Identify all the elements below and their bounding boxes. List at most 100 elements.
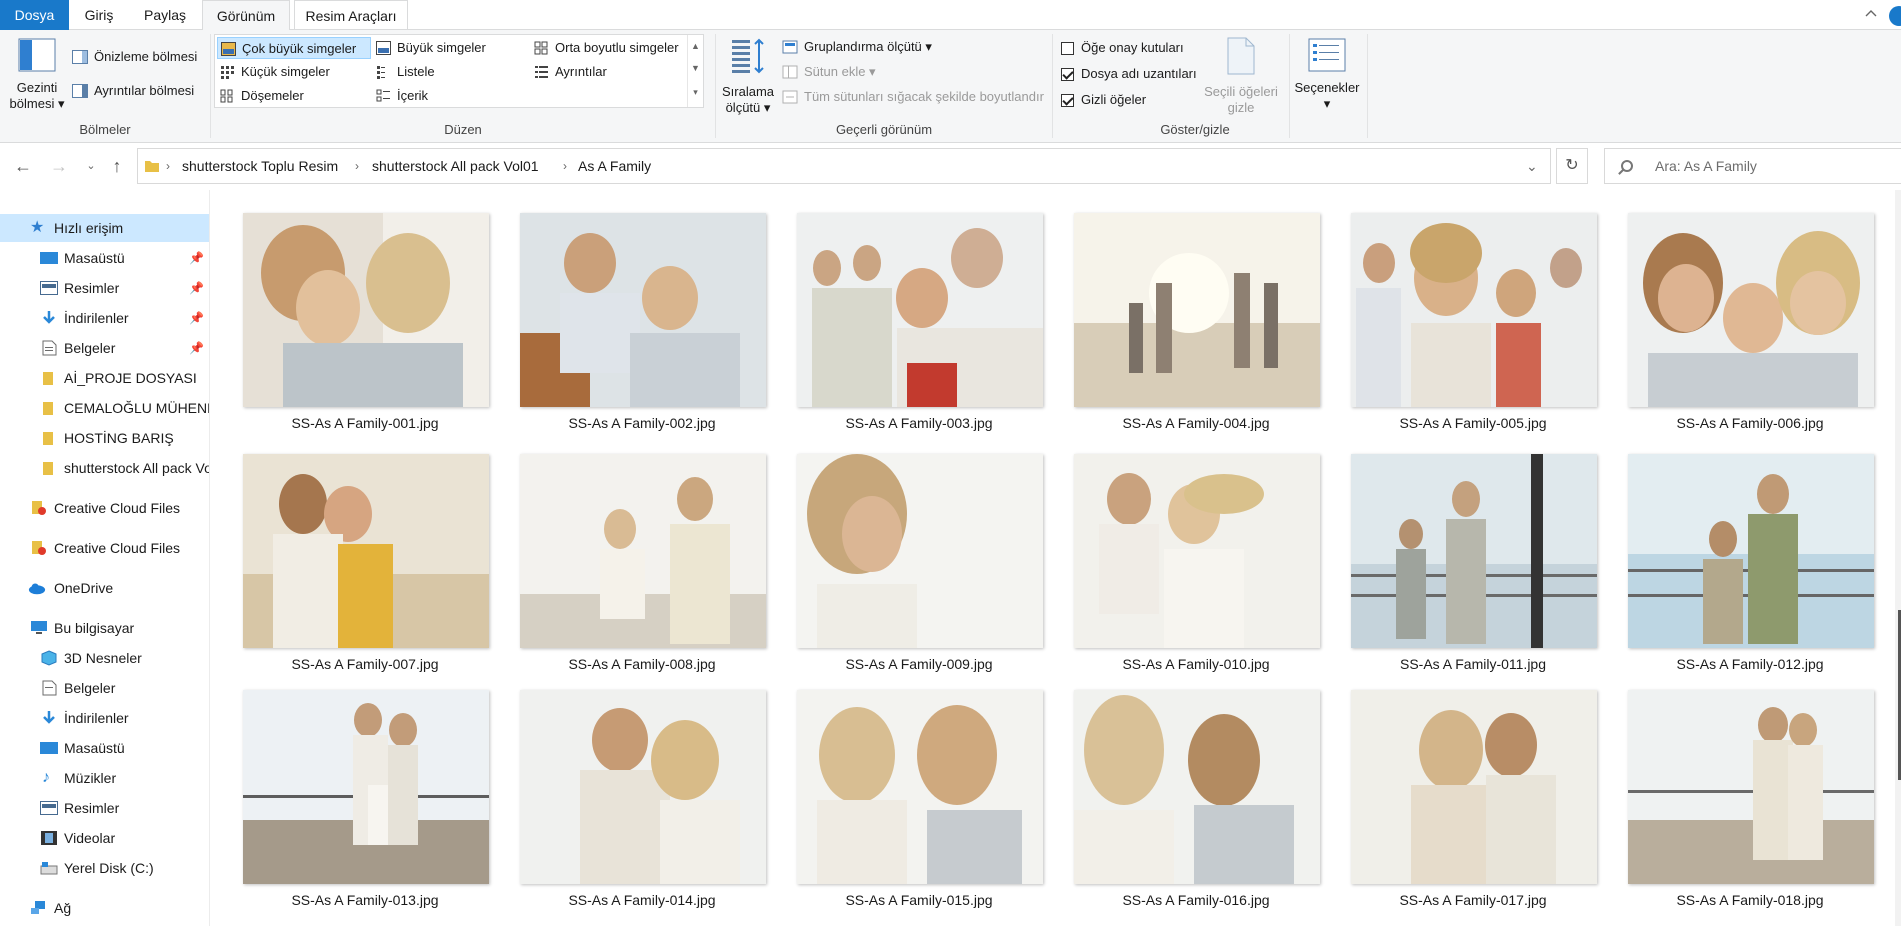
file-item[interactable]: SS-As A Family-004.jpg [1046, 190, 1322, 431]
size-all-columns-button[interactable]: Tüm sütunları sığacak şekilde boyutlandı… [780, 86, 1044, 108]
tab-home[interactable]: Giriş [69, 0, 129, 30]
file-item[interactable]: SS-As A Family-015.jpg [769, 667, 1045, 908]
file-item[interactable]: SS-As A Family-017.jpg [1323, 667, 1599, 908]
file-item[interactable]: SS-As A Family-012.jpg [1600, 431, 1876, 672]
nav-item-folder[interactable]: Aİ_PROJE DOSYASI [0, 364, 209, 392]
file-name[interactable]: SS-As A Family-018.jpg [1600, 892, 1895, 908]
address-dropdown-chevron-icon[interactable]: ⌄ [1526, 149, 1538, 183]
nav-item-downloads[interactable]: İndirilenler 📌 [0, 304, 209, 332]
file-name[interactable]: SS-As A Family-017.jpg [1323, 892, 1623, 908]
tab-share[interactable]: Paylaş [129, 0, 201, 30]
address-bar[interactable]: › shutterstock Toplu Resim › shutterstoc… [137, 148, 1551, 184]
nav-quick-access[interactable]: ★ Hızlı erişim [0, 214, 209, 242]
add-columns-button[interactable]: Sütun ekle ▾ [780, 61, 876, 83]
layout-details[interactable]: Ayrıntılar [531, 61, 607, 83]
nav-pc-3d-objects[interactable]: 3D Nesneler [0, 644, 209, 672]
breadcrumb-separator-icon[interactable]: › [166, 149, 170, 183]
preview-pane-button[interactable]: Önizleme bölmesi [70, 46, 197, 68]
layout-list[interactable]: Listele [373, 61, 435, 83]
nav-item-folder[interactable]: CEMALOĞLU MÜHENDİSLİK [0, 394, 209, 422]
options-button[interactable]: Seçenekler ▾ [1292, 38, 1362, 112]
layout-medium-icons[interactable]: Orta boyutlu simgeler [531, 37, 679, 59]
file-item[interactable]: SS-As A Family-006.jpg [1600, 190, 1876, 431]
layout-extra-large-icons[interactable]: Çok büyük simgeler [217, 37, 371, 59]
hidden-items-checkbox[interactable] [1061, 94, 1074, 107]
nav-network[interactable]: Ağ [0, 894, 209, 922]
file-name[interactable]: SS-As A Family-004.jpg [1046, 415, 1346, 431]
pin-icon[interactable]: 📌 [189, 304, 204, 332]
breadcrumb-all-pack-vol01[interactable]: shutterstock All pack Vol01 [372, 149, 539, 183]
help-icon[interactable] [1889, 6, 1901, 26]
refresh-button[interactable]: ↻ [1556, 148, 1588, 184]
file-item[interactable]: SS-As A Family-003.jpg [769, 190, 1045, 431]
file-item[interactable]: SS-As A Family-005.jpg [1323, 190, 1599, 431]
navigation-pane-button[interactable]: Gezinti bölmesi ▾ [8, 38, 66, 112]
nav-pc-desktop[interactable]: Masaüstü [0, 734, 209, 762]
nav-pc-documents[interactable]: Belgeler [0, 674, 209, 702]
item-checkboxes-checkbox[interactable] [1061, 42, 1074, 55]
nav-pc-videos[interactable]: Videolar [0, 824, 209, 852]
pin-icon[interactable]: 📌 [189, 274, 204, 302]
chevron-up-icon[interactable]: ▲ [688, 35, 703, 57]
file-item[interactable]: SS-As A Family-008.jpg [492, 431, 768, 672]
hidden-items-toggle[interactable]: Gizli öğeler [1059, 89, 1146, 111]
tab-view[interactable]: Görünüm [202, 0, 290, 31]
file-name[interactable]: SS-As A Family-013.jpg [215, 892, 515, 908]
layout-tiles[interactable]: Döşemeler [217, 85, 304, 107]
sort-by-button[interactable]: Sıralama ölçütü ▾ [720, 36, 776, 116]
up-button[interactable]: ↑ [106, 155, 128, 177]
file-extensions-toggle[interactable]: Dosya adı uzantıları [1059, 63, 1197, 85]
hide-selected-items-button[interactable]: Seçili öğeleri gizle [1199, 36, 1283, 116]
nav-item-folder[interactable]: shutterstock All pack Vol01 [0, 454, 209, 482]
file-item[interactable]: SS-As A Family-013.jpg [215, 667, 491, 908]
details-pane-button[interactable]: Ayrıntılar bölmesi [70, 80, 194, 102]
tab-file[interactable]: Dosya [0, 0, 69, 30]
content-scrollbar[interactable] [1895, 190, 1901, 926]
file-item[interactable]: SS-As A Family-011.jpg [1323, 431, 1599, 672]
nav-creative-cloud-2[interactable]: Creative Cloud Files [0, 534, 209, 562]
nav-item-folder[interactable]: HOSTİNG BARIŞ [0, 424, 209, 452]
file-item[interactable]: SS-As A Family-014.jpg [492, 667, 768, 908]
forward-button[interactable]: → [48, 155, 70, 177]
breadcrumb-separator-icon[interactable]: › [355, 149, 359, 183]
breadcrumb-separator-icon[interactable]: › [563, 149, 567, 183]
nav-pc-pictures[interactable]: Resimler [0, 794, 209, 822]
expand-gallery-icon[interactable]: ▾ [688, 79, 703, 105]
nav-pc-music[interactable]: ♪ Müzikler [0, 764, 209, 792]
file-item[interactable]: SS-As A Family-016.jpg [1046, 667, 1322, 908]
nav-item-desktop[interactable]: Masaüstü 📌 [0, 244, 209, 272]
file-name[interactable]: SS-As A Family-006.jpg [1600, 415, 1895, 431]
layout-content[interactable]: İçerik [373, 85, 428, 107]
item-checkboxes-toggle[interactable]: Öğe onay kutuları [1059, 37, 1184, 59]
nav-item-pictures[interactable]: Resimler 📌 [0, 274, 209, 302]
breadcrumb-shutterstock-toplu-resim[interactable]: shutterstock Toplu Resim [182, 149, 338, 183]
ribbon-collapse-icon[interactable] [1865, 8, 1877, 20]
nav-onedrive[interactable]: OneDrive [0, 574, 209, 602]
breadcrumb-as-a-family[interactable]: As A Family [578, 149, 651, 183]
pin-icon[interactable]: 📌 [189, 334, 204, 362]
group-by-button[interactable]: Gruplandırma ölçütü ▾ [780, 36, 932, 58]
nav-item-documents[interactable]: Belgeler 📌 [0, 334, 209, 362]
search-box[interactable]: Ara: As A Family [1604, 148, 1901, 184]
file-item[interactable]: SS-As A Family-002.jpg [492, 190, 768, 431]
file-item[interactable]: SS-As A Family-009.jpg [769, 431, 1045, 672]
nav-pc-local-disk[interactable]: Yerel Disk (C:) [0, 854, 209, 882]
nav-this-pc[interactable]: Bu bilgisayar [0, 614, 209, 642]
back-button[interactable]: ← [12, 155, 34, 177]
layout-small-icons[interactable]: Küçük simgeler [217, 61, 330, 83]
file-name[interactable]: SS-As A Family-016.jpg [1046, 892, 1346, 908]
tab-picture-tools[interactable]: Resim Araçları [294, 0, 408, 30]
file-extensions-checkbox[interactable] [1061, 68, 1074, 81]
file-name[interactable]: SS-As A Family-002.jpg [492, 415, 792, 431]
layout-large-icons[interactable]: Büyük simgeler [373, 37, 486, 59]
file-item[interactable]: SS-As A Family-018.jpg [1600, 667, 1876, 908]
file-item[interactable]: SS-As A Family-007.jpg [215, 431, 491, 672]
file-item[interactable]: SS-As A Family-010.jpg [1046, 431, 1322, 672]
file-name[interactable]: SS-As A Family-014.jpg [492, 892, 792, 908]
recent-locations-chevron-icon[interactable]: ⌄ [80, 155, 102, 177]
pin-icon[interactable]: 📌 [189, 244, 204, 272]
layout-gallery-scroll[interactable]: ▲ ▼ ▾ [687, 35, 703, 107]
file-name[interactable]: SS-As A Family-015.jpg [769, 892, 1069, 908]
file-name[interactable]: SS-As A Family-001.jpg [215, 415, 515, 431]
nav-creative-cloud-1[interactable]: Creative Cloud Files [0, 494, 209, 522]
